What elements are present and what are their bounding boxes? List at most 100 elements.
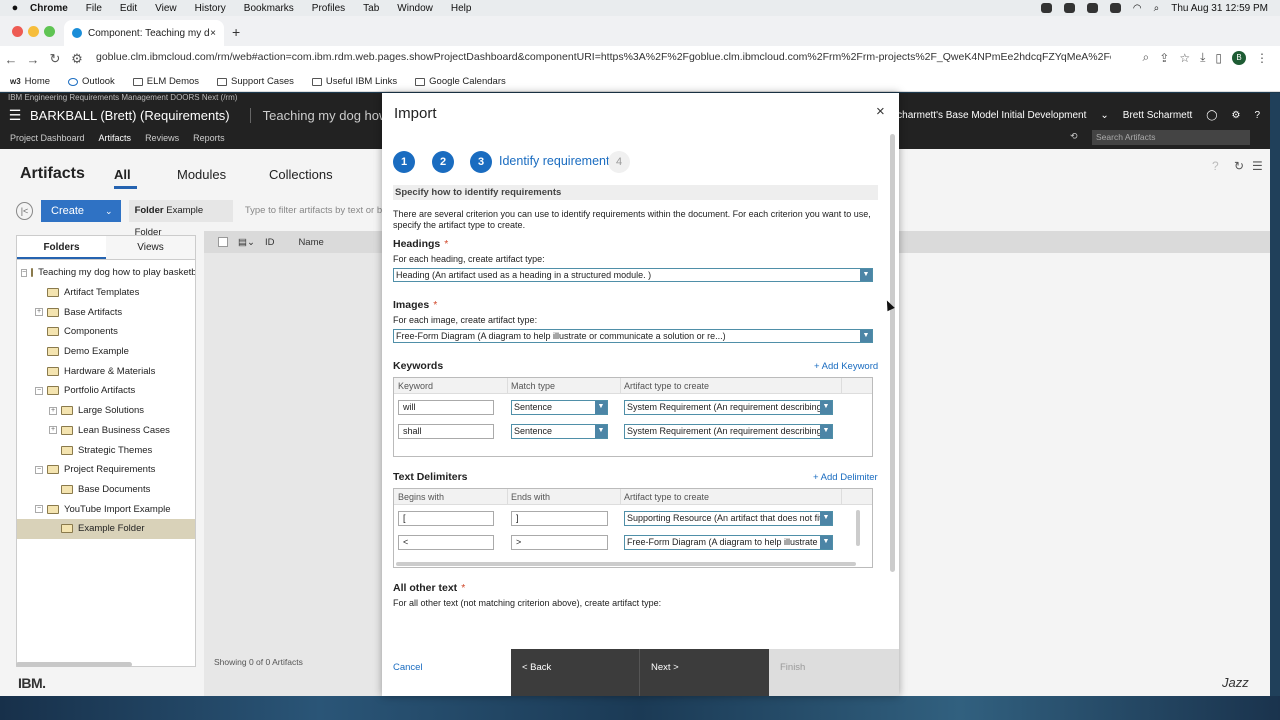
user-name[interactable]: Brett Scharmett bbox=[1123, 110, 1192, 121]
project-name[interactable]: BARKBALL (Brett) (Requirements) bbox=[30, 108, 230, 123]
tab-views[interactable]: Views bbox=[106, 236, 195, 259]
keyword-input[interactable]: will bbox=[398, 400, 494, 415]
menu-view[interactable]: View bbox=[155, 3, 177, 14]
menu-bookmarks[interactable]: Bookmarks bbox=[244, 3, 294, 14]
expand-toggle-icon[interactable]: + bbox=[49, 426, 57, 435]
back-button[interactable]: < Back bbox=[511, 649, 640, 696]
tab-modules[interactable]: Modules bbox=[177, 167, 226, 182]
tree-item[interactable]: + Lean Business Cases bbox=[17, 421, 195, 441]
search-artifacts-input[interactable]: Search Artifacts bbox=[1092, 130, 1250, 145]
tree-item[interactable]: + Base Artifacts bbox=[17, 302, 195, 322]
reload-icon[interactable]: ↻ bbox=[44, 51, 66, 67]
new-tab-icon[interactable]: + bbox=[232, 24, 240, 40]
close-tab-icon[interactable]: × bbox=[210, 28, 216, 39]
bookmark-star-icon[interactable]: ☆ bbox=[1179, 51, 1190, 65]
expand-toggle-icon[interactable]: − bbox=[21, 268, 28, 277]
minimize-window-icon[interactable] bbox=[28, 26, 39, 37]
tree-item[interactable]: − Portfolio Artifacts bbox=[17, 381, 195, 401]
cancel-button[interactable]: Cancel bbox=[393, 662, 423, 673]
match-type-select[interactable]: Sentence ▼ bbox=[511, 424, 608, 439]
menu-window[interactable]: Window bbox=[397, 3, 433, 14]
step-3[interactable]: 3 bbox=[470, 151, 492, 173]
nav-reviews[interactable]: Reviews bbox=[145, 133, 179, 143]
more-menu-icon[interactable]: ☰ bbox=[1252, 159, 1263, 173]
tree-item[interactable]: Strategic Themes bbox=[17, 440, 195, 460]
menu-profiles[interactable]: Profiles bbox=[312, 3, 345, 14]
tree-item[interactable]: Demo Example bbox=[17, 342, 195, 362]
battery-icon[interactable] bbox=[1109, 3, 1121, 13]
tray-icon[interactable] bbox=[1086, 3, 1098, 13]
tree-item[interactable]: + Large Solutions bbox=[17, 401, 195, 421]
bookmark-outlook[interactable]: Outlook bbox=[68, 76, 115, 87]
user-icon[interactable]: ◯ bbox=[1206, 110, 1217, 121]
bookmark-useful-ibm-links[interactable]: Useful IBM Links bbox=[311, 76, 397, 87]
tree-item[interactable]: − Project Requirements bbox=[17, 460, 195, 480]
menu-help[interactable]: Help bbox=[451, 3, 472, 14]
nav-reports[interactable]: Reports bbox=[193, 133, 225, 143]
col-name[interactable]: Name bbox=[298, 237, 323, 248]
settings-gear-icon[interactable]: ⚙ bbox=[1231, 110, 1240, 121]
next-button[interactable]: Next > bbox=[640, 649, 769, 696]
dialog-scrollbar[interactable] bbox=[890, 134, 895, 572]
close-icon[interactable]: × bbox=[876, 103, 885, 120]
forward-arrow-icon[interactable]: → bbox=[22, 52, 44, 67]
menu-tab[interactable]: Tab bbox=[363, 3, 379, 14]
expand-toggle-icon[interactable]: − bbox=[35, 386, 43, 395]
select-all-checkbox[interactable] bbox=[218, 237, 228, 247]
folder-filter-chip[interactable]: Folder Example Folder bbox=[128, 200, 233, 238]
bookmark-home[interactable]: w3 Home bbox=[10, 76, 50, 87]
bookmark-support-cases[interactable]: Support Cases bbox=[217, 76, 294, 87]
step-1[interactable]: 1 bbox=[393, 151, 415, 173]
kebab-menu-icon[interactable]: ⋮ bbox=[1256, 51, 1268, 65]
browser-tab[interactable]: Component: Teaching my dog × bbox=[64, 20, 224, 46]
menu-chrome[interactable]: Chrome bbox=[30, 3, 68, 14]
bookmark-google-calendars[interactable]: Google Calendars bbox=[415, 76, 506, 87]
back-arrow-icon[interactable]: ← bbox=[0, 52, 22, 67]
artifact-type-select[interactable]: Free-Form Diagram (A diagram to help ill… bbox=[624, 535, 833, 550]
expand-toggle-icon[interactable]: + bbox=[49, 406, 57, 415]
ends-with-input[interactable]: > bbox=[511, 535, 608, 550]
tab-all[interactable]: All bbox=[114, 167, 137, 189]
expand-toggle-icon[interactable]: + bbox=[35, 308, 43, 317]
zoom-icon[interactable]: ⌕ bbox=[1143, 50, 1150, 65]
menu-history[interactable]: History bbox=[195, 3, 226, 14]
help-icon[interactable]: ? bbox=[1254, 110, 1260, 121]
artifact-type-select[interactable]: Supporting Resource (An artifact that do… bbox=[624, 511, 833, 526]
wifi-icon[interactable]: ◠ bbox=[1133, 3, 1142, 14]
expand-toggle-icon[interactable]: − bbox=[35, 465, 43, 474]
collapse-panel-icon[interactable]: |< bbox=[16, 202, 34, 220]
sidepanel-icon[interactable]: ▯ bbox=[1215, 51, 1222, 65]
begins-with-input[interactable]: < bbox=[398, 535, 494, 550]
tab-collections[interactable]: Collections bbox=[269, 167, 333, 182]
create-button[interactable]: Create ⌄ bbox=[41, 200, 121, 222]
step-2[interactable]: 2 bbox=[432, 151, 454, 173]
nav-artifacts[interactable]: Artifacts bbox=[99, 133, 132, 143]
tray-icon[interactable] bbox=[1040, 3, 1052, 13]
download-icon[interactable]: ⤓ bbox=[1200, 50, 1205, 65]
begins-with-input[interactable]: [ bbox=[398, 511, 494, 526]
filter-input[interactable]: Type to filter artifacts by text or by I… bbox=[241, 200, 382, 222]
zoom-window-icon[interactable] bbox=[44, 26, 55, 37]
tree-item[interactable]: Hardware & Materials bbox=[17, 361, 195, 381]
tray-icon[interactable] bbox=[1063, 3, 1075, 13]
search-icon[interactable]: ⌕ bbox=[1154, 3, 1160, 14]
tree-item[interactable]: Components bbox=[17, 322, 195, 342]
table-scrollbar[interactable] bbox=[856, 510, 860, 546]
apple-icon[interactable]: ● bbox=[0, 2, 30, 14]
horizontal-scrollbar[interactable] bbox=[16, 662, 132, 667]
add-keyword-link[interactable]: + Add Keyword bbox=[814, 361, 878, 372]
url-input[interactable]: goblue.clm.ibmcloud.com/rm/web#action=co… bbox=[96, 51, 1111, 63]
close-window-icon[interactable] bbox=[12, 26, 23, 37]
refresh-icon[interactable]: ↻ bbox=[1234, 159, 1244, 173]
nav-project-dashboard[interactable]: Project Dashboard bbox=[10, 133, 85, 143]
images-type-select[interactable]: Free-Form Diagram (A diagram to help ill… bbox=[393, 329, 873, 343]
share-icon[interactable]: ⇪ bbox=[1159, 51, 1169, 65]
grid-menu-icon[interactable]: ▤⌄ bbox=[238, 237, 255, 248]
tree-item[interactable]: Base Documents bbox=[17, 480, 195, 500]
tree-item[interactable]: Artifact Templates bbox=[17, 283, 195, 303]
headings-type-select[interactable]: Heading (An artifact used as a heading i… bbox=[393, 268, 873, 282]
artifact-type-select[interactable]: System Requirement (An requirement descr… bbox=[624, 424, 833, 439]
tab-folders[interactable]: Folders bbox=[17, 236, 106, 259]
expand-toggle-icon[interactable]: − bbox=[35, 505, 43, 514]
menu-clock[interactable]: Thu Aug 31 12:59 PM bbox=[1171, 3, 1268, 14]
